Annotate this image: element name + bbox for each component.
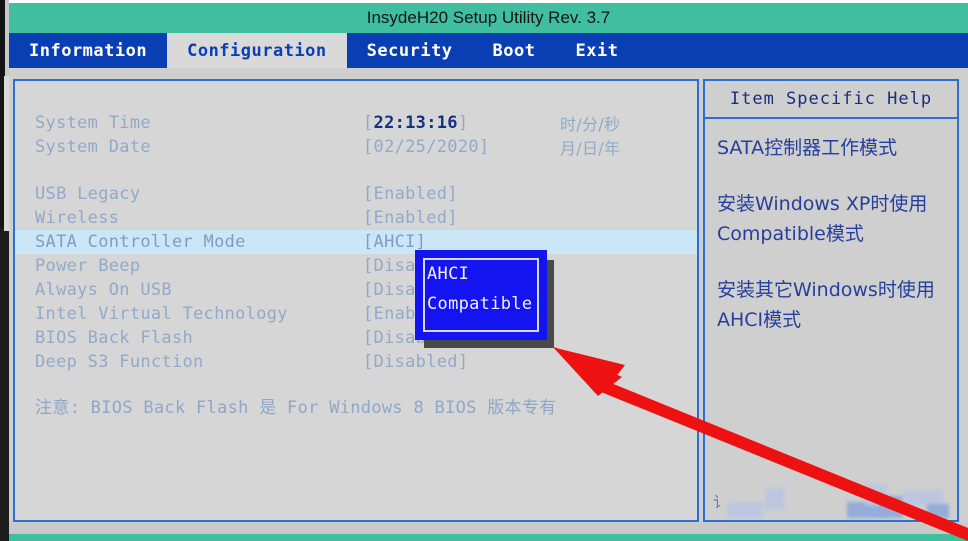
tab-boot[interactable]: Boot xyxy=(473,33,556,68)
left-screen-edge-lower xyxy=(0,228,9,541)
help-paragraph: 安装其它Windows时使用AHCI模式 xyxy=(717,279,935,331)
setting-row-power-beep[interactable]: Power Beep [Disabled] xyxy=(15,254,697,278)
help-paragraph: SATA控制器工作模式 xyxy=(717,137,898,159)
setting-value[interactable]: [Enabled] xyxy=(363,208,458,228)
setting-row-system-time[interactable]: System Time [22:13:16] 时/分/秒 xyxy=(15,111,697,135)
setting-label: Power Beep xyxy=(35,256,141,276)
setting-value[interactable]: [Disabled] xyxy=(363,352,468,372)
settings-list: System Time [22:13:16] 时/分/秒 System Date… xyxy=(15,111,697,374)
tab-information-label: Information xyxy=(29,40,148,61)
page-title: InsydeH20 Setup Utility Rev. 3.7 xyxy=(366,8,611,27)
help-panel-title: Item Specific Help xyxy=(729,89,933,109)
tab-boot-label: Boot xyxy=(492,40,536,61)
tab-configuration-label: Configuration xyxy=(187,40,327,61)
setting-hint: 时/分/秒 xyxy=(560,115,621,134)
dropdown-option-ahci[interactable]: AHCI xyxy=(427,264,469,284)
setting-row-system-date[interactable]: System Date [02/25/2020] 月/日/年 xyxy=(15,135,697,159)
setting-label: Deep S3 Function xyxy=(35,352,204,372)
tab-exit[interactable]: Exit xyxy=(556,33,639,68)
setting-label: Always On USB xyxy=(35,280,172,300)
tab-security-label: Security xyxy=(366,40,453,61)
sata-mode-dropdown[interactable]: AHCI Compatible xyxy=(415,250,547,340)
background-artifact xyxy=(765,488,785,510)
tab-information[interactable]: Information xyxy=(9,33,167,68)
setting-row-intel-virtual-technology[interactable]: Intel Virtual Technology [Enabled] xyxy=(15,302,697,326)
bottom-accent-bar xyxy=(9,534,968,541)
item-specific-help-panel: Item Specific Help SATA控制器工作模式 安装Windows… xyxy=(703,79,959,522)
settings-spacer xyxy=(15,159,697,182)
setting-row-deep-s3-function[interactable]: Deep S3 Function [Disabled] xyxy=(15,350,697,374)
bios-setup-screen: InsydeH20 Setup Utility Rev. 3.7 Informa… xyxy=(0,0,968,541)
tab-exit-label: Exit xyxy=(575,40,619,61)
setting-row-wireless[interactable]: Wireless [Enabled] xyxy=(15,206,697,230)
setting-row-usb-legacy[interactable]: USB Legacy [Enabled] xyxy=(15,182,697,206)
background-artifact xyxy=(881,496,903,518)
setting-value-text: 22:13:16 xyxy=(373,113,458,133)
setting-label: SATA Controller Mode xyxy=(35,232,246,252)
setting-value[interactable]: [22:13:16] xyxy=(363,113,468,133)
tab-security[interactable]: Security xyxy=(347,33,473,68)
setting-row-bios-back-flash[interactable]: BIOS Back Flash [Disabled] xyxy=(15,326,697,350)
setting-label: Intel Virtual Technology xyxy=(35,304,288,324)
setting-hint: 月/日/年 xyxy=(560,139,621,158)
dropdown-option-compatible[interactable]: Compatible xyxy=(427,294,532,314)
help-panel-header: Item Specific Help xyxy=(705,81,957,119)
setting-value[interactable]: [AHCI] xyxy=(363,232,426,252)
settings-panel: System Time [22:13:16] 时/分/秒 System Date… xyxy=(13,79,699,522)
background-artifact xyxy=(927,504,949,518)
help-paragraph: 安装Windows XP时使用Compatible模式 xyxy=(717,193,928,245)
menu-bar: Information Configuration Security Boot … xyxy=(9,33,968,68)
setting-label: USB Legacy xyxy=(35,184,141,204)
background-artifact-glyph: 讠 xyxy=(713,493,729,511)
setting-row-always-on-usb[interactable]: Always On USB [Disabled] xyxy=(15,278,697,302)
setting-value[interactable]: [Enabled] xyxy=(363,184,458,204)
setting-label: BIOS Back Flash xyxy=(35,328,194,348)
setting-label: System Date xyxy=(35,137,151,157)
setting-value[interactable]: [02/25/2020] xyxy=(363,137,489,157)
setting-label: System Time xyxy=(35,113,151,133)
setting-label: Wireless xyxy=(35,208,120,228)
settings-note: 注意: BIOS Back Flash 是 For Windows 8 BIOS… xyxy=(35,398,557,418)
window-title-bar: InsydeH20 Setup Utility Rev. 3.7 xyxy=(9,3,968,33)
tab-configuration[interactable]: Configuration xyxy=(167,33,347,68)
setting-row-sata-controller-mode[interactable]: SATA Controller Mode [AHCI] xyxy=(15,230,697,254)
background-artifact xyxy=(727,502,763,518)
help-panel-body: SATA控制器工作模式 安装Windows XP时使用Compatible模式 … xyxy=(705,119,957,335)
